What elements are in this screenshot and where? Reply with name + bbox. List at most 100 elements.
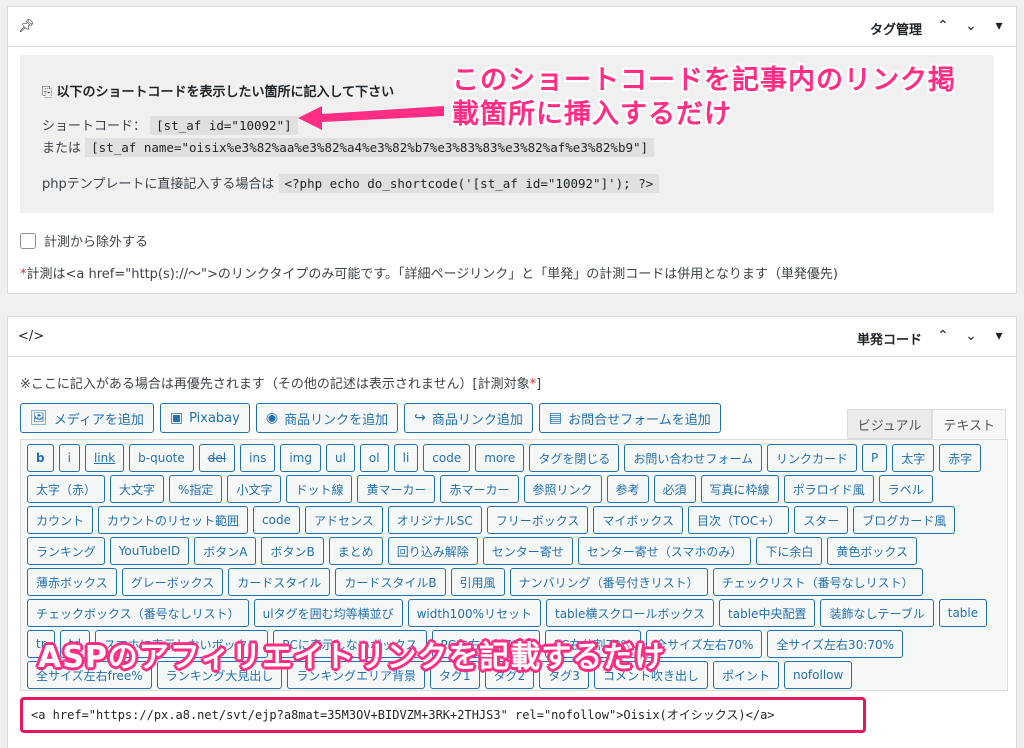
quicktag-button[interactable]: del <box>198 444 236 472</box>
quicktag-button[interactable]: ラベル <box>878 475 933 503</box>
add-contact-form-button[interactable]: ▤ お問合せフォームを追加 <box>538 403 721 433</box>
quicktag-button[interactable]: マイボックス <box>593 506 684 534</box>
product-icon: ◉ <box>265 410 279 426</box>
exclude-checkbox-row[interactable]: 計測から除外する <box>20 231 148 250</box>
media-icon: 🖼︎ <box>30 410 48 426</box>
chevron-down-icon[interactable]: ⌄ <box>962 327 980 345</box>
pixabay-button[interactable]: ▣ Pixabay <box>159 403 250 433</box>
single-code-panel: </> 単発コード ⌃ ⌄ ▾ ※ここに記入がある場合は再優先されます（その他の… <box>7 316 1017 748</box>
quicktag-button[interactable]: 必須 <box>653 475 696 503</box>
quicktag-button[interactable]: アドセンス <box>304 506 383 534</box>
quicktag-button[interactable]: %指定 <box>169 475 223 503</box>
quicktag-button[interactable]: 太字（赤） <box>27 475 106 503</box>
quicktag-button[interactable]: code <box>423 444 471 472</box>
quicktag-button[interactable]: ulタグを囲む均等横並び <box>253 599 403 627</box>
quicktag-button[interactable]: more <box>475 444 525 472</box>
media-buttons: 🖼︎ メディアを追加 ▣ Pixabay ◉ 商品リンクを追加 ↪ 商品リンク追加 ▤ お… <box>20 403 721 433</box>
pin-icon: 📌︎ <box>18 19 35 34</box>
quicktag-button[interactable]: ins <box>240 444 276 472</box>
add-product-link-button[interactable]: ◉ 商品リンクを追加 <box>255 403 399 433</box>
quicktag-button[interactable]: nofollow <box>783 661 853 689</box>
tag-management-panel: 📌︎ タグ管理 ⌃ ⌄ ▾ ⎘ 以下のショートコードを表示したい箇所に記入して下… <box>7 6 1017 294</box>
quicktag-button[interactable]: 大文字 <box>110 475 165 503</box>
quicktag-button[interactable]: i <box>58 444 80 472</box>
quicktag-button[interactable]: スター <box>794 506 849 534</box>
quicktag-button[interactable]: ポイント <box>712 661 779 689</box>
chevron-up-icon[interactable]: ⌃ <box>934 17 952 35</box>
quicktag-button[interactable]: タグを閉じる <box>529 444 620 472</box>
quicktag-button[interactable]: 黄マーカー <box>357 475 436 503</box>
quicktag-button[interactable]: b-quote <box>129 444 194 472</box>
quicktag-button[interactable]: ボタンB <box>261 537 324 565</box>
quicktag-button[interactable]: 全サイズ左右30:70% <box>767 630 904 658</box>
shortcode-row: ショートコード： [st_af id="10092"] <box>42 115 298 135</box>
triangle-down-icon[interactable]: ▾ <box>990 327 1008 345</box>
quicktag-button[interactable]: 下に余白 <box>756 537 823 565</box>
quicktag-button[interactable]: 回り込み解除 <box>387 537 478 565</box>
quicktag-button[interactable]: ドット線 <box>286 475 353 503</box>
quicktag-button[interactable]: table <box>938 599 988 627</box>
quicktag-button[interactable]: code <box>253 506 300 534</box>
tab-text[interactable]: テキスト <box>932 409 1006 439</box>
quicktag-button[interactable]: ol <box>359 444 389 472</box>
quicktag-button[interactable]: 目次（TOC+） <box>688 506 790 534</box>
quicktag-button[interactable]: センター寄せ <box>482 537 573 565</box>
name-shortcode-value[interactable]: [st_af name="oisix%e3%82%aa%e3%82%a4%e3%… <box>85 138 655 157</box>
quicktag-button[interactable]: img <box>280 444 321 472</box>
add-media-button[interactable]: 🖼︎ メディアを追加 <box>20 403 154 433</box>
quicktag-button[interactable]: カウントのリセット範囲 <box>98 506 249 534</box>
quicktag-button[interactable]: li <box>393 444 419 472</box>
quicktag-button[interactable]: link <box>84 444 125 472</box>
quicktag-button[interactable]: P <box>862 444 888 472</box>
quicktag-button[interactable]: ナンバリング（番号付きリスト） <box>509 568 708 596</box>
quicktag-button[interactable]: グレーボックス <box>121 568 224 596</box>
quicktag-button[interactable]: ul <box>325 444 355 472</box>
quicktag-button[interactable]: センター寄せ（スマホのみ） <box>577 537 752 565</box>
chevron-down-icon[interactable]: ⌄ <box>962 17 980 35</box>
quicktag-button[interactable]: 装飾なしテーブル <box>820 599 934 627</box>
quicktag-button[interactable]: YouTubeID <box>109 537 190 565</box>
quicktag-button[interactable]: カードスタイルB <box>335 568 446 596</box>
quicktag-button[interactable]: width100%リセット <box>407 599 541 627</box>
quicktag-button[interactable]: 参照リンク <box>523 475 602 503</box>
pixabay-icon: ▣ <box>169 410 184 426</box>
quicktag-button[interactable]: 引用風 <box>450 568 505 596</box>
quicktag-button[interactable]: ポラロイド風 <box>783 475 874 503</box>
single-panel-title: 単発コード <box>856 333 922 348</box>
single-code-textarea[interactable]: <a href="https://px.a8.net/svt/ejp?a8mat… <box>20 697 866 733</box>
quicktag-button[interactable]: 写真に枠線 <box>700 475 779 503</box>
quicktag-button[interactable]: 赤字 <box>939 444 982 472</box>
tab-visual[interactable]: ビジュアル <box>846 409 933 439</box>
quicktag-button[interactable]: ボタンA <box>194 537 257 565</box>
callout-top-line2: 載箇所に挿入するだけ <box>452 99 732 130</box>
share-icon: ↪ <box>414 410 426 426</box>
exclude-checkbox[interactable] <box>20 232 36 249</box>
quicktag-button[interactable]: table中央配置 <box>719 599 816 627</box>
chevron-up-icon[interactable]: ⌃ <box>934 327 952 345</box>
quicktag-button[interactable]: 薄赤ボックス <box>27 568 117 596</box>
quicktag-button[interactable]: フリーボックス <box>486 506 589 534</box>
quicktag-button[interactable]: 参考 <box>606 475 649 503</box>
quicktag-button[interactable]: ブログカード風 <box>853 506 956 534</box>
triangle-down-icon[interactable]: ▾ <box>990 17 1008 35</box>
quicktag-button[interactable]: まとめ <box>328 537 383 565</box>
quicktag-button[interactable]: 赤マーカー <box>440 475 519 503</box>
shortcode-value[interactable]: [st_af id="10092"] <box>150 116 298 135</box>
quicktag-button[interactable]: チェックリスト（番号なしリスト） <box>712 568 923 596</box>
single-panel-header: </> 単発コード ⌃ ⌄ ▾ <box>8 317 1016 357</box>
quicktag-button[interactable]: カードスタイル <box>228 568 331 596</box>
quicktag-button[interactable]: 太字 <box>892 444 935 472</box>
quicktag-button[interactable]: table横スクロールボックス <box>546 599 715 627</box>
quicktag-button[interactable]: リンクカード <box>767 444 858 472</box>
quicktag-button[interactable]: ランキング <box>27 537 105 565</box>
php-code-value[interactable]: <?php echo do_shortcode('[st_af id="1009… <box>278 174 660 193</box>
quicktag-button[interactable]: 小文字 <box>227 475 282 503</box>
quicktag-button[interactable]: オリジナルSC <box>387 506 482 534</box>
quicktag-button[interactable]: チェックボックス（番号なしリスト） <box>27 599 249 627</box>
quicktag-button[interactable]: 黄色ボックス <box>827 537 918 565</box>
quicktag-button[interactable]: お問い合わせフォーム <box>624 444 762 472</box>
quicktag-button[interactable]: カウント <box>27 506 94 534</box>
product-link-add-button[interactable]: ↪ 商品リンク追加 <box>404 403 533 433</box>
quicktag-button[interactable]: b <box>27 444 54 472</box>
code-icon: </> <box>18 329 45 344</box>
